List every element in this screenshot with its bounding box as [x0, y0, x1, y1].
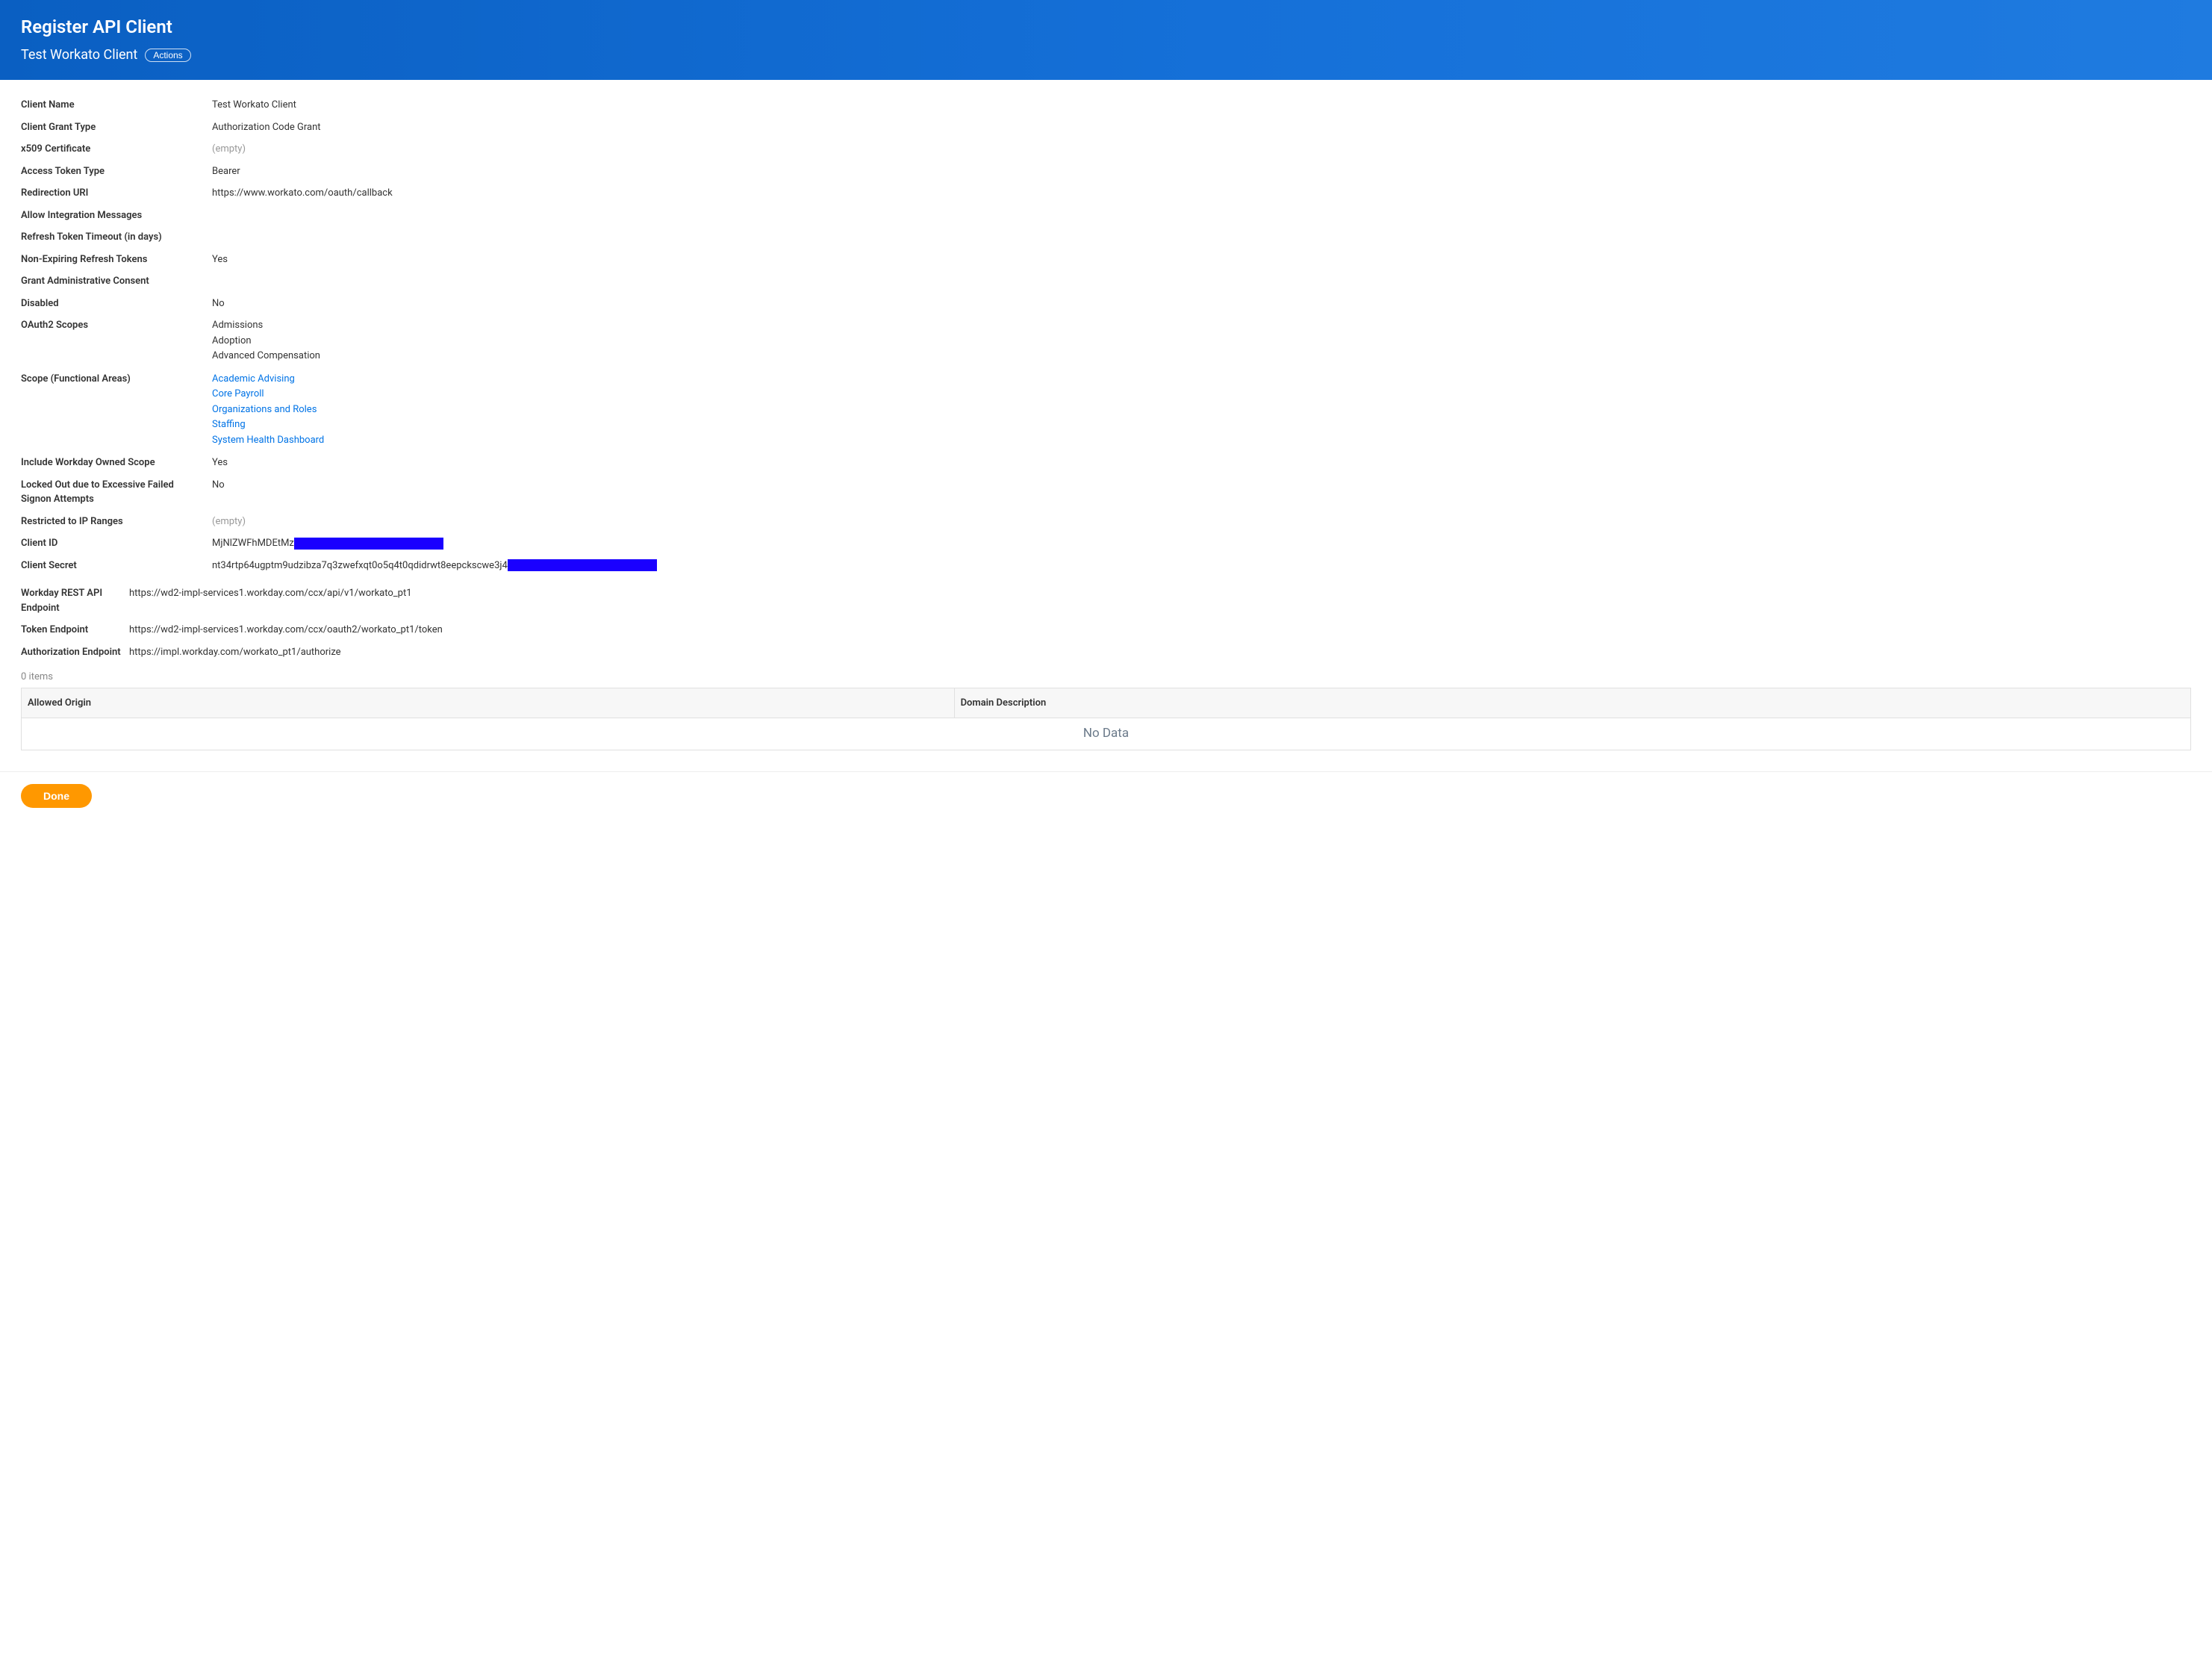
value-client-id: MjNlZWFhMDEtMz	[212, 536, 2191, 551]
scope-functional-link[interactable]: Academic Advising	[212, 372, 2191, 387]
client-id-redacted	[294, 538, 443, 550]
label-access-token-type: Access Token Type	[21, 164, 212, 179]
oauth2-scope-item: Adoption	[212, 334, 2191, 349]
label-rest-endpoint: Workday REST API Endpoint	[21, 586, 129, 615]
client-secret-partial: nt34rtp64ugptm9udzibza7q3zwefxqt0o5q4t0q…	[212, 559, 508, 573]
value-scope-functional: Academic Advising Core Payroll Organizat…	[212, 372, 2191, 449]
scope-functional-link[interactable]: Organizations and Roles	[212, 402, 2191, 417]
value-include-workday-owned: Yes	[212, 455, 2191, 470]
label-scope-functional: Scope (Functional Areas)	[21, 372, 212, 387]
value-client-name: Test Workato Client	[212, 98, 2191, 113]
label-grant-admin-consent: Grant Administrative Consent	[21, 274, 212, 289]
value-auth-endpoint: https://impl.workday.com/workato_pt1/aut…	[129, 645, 2191, 660]
scope-functional-link[interactable]: System Health Dashboard	[212, 433, 2191, 448]
label-client-name: Client Name	[21, 98, 212, 113]
actions-button[interactable]: Actions	[145, 49, 190, 62]
label-non-expiring-refresh: Non-Expiring Refresh Tokens	[21, 252, 212, 267]
label-allow-integration-messages: Allow Integration Messages	[21, 208, 212, 223]
value-locked-out: No	[212, 478, 2191, 493]
label-oauth2-scopes: OAuth2 Scopes	[21, 318, 212, 333]
value-rest-endpoint: https://wd2-impl-services1.workday.com/c…	[129, 586, 2191, 601]
label-token-endpoint: Token Endpoint	[21, 623, 129, 638]
page-title: Register API Client	[21, 13, 2191, 40]
label-disabled: Disabled	[21, 296, 212, 311]
label-client-id: Client ID	[21, 536, 212, 551]
oauth2-scope-item: Admissions	[212, 318, 2191, 333]
page-header: Register API Client Test Workato Client …	[0, 0, 2212, 80]
label-redirection-uri: Redirection URI	[21, 186, 212, 201]
oauth2-scope-item: Advanced Compensation	[212, 349, 2191, 364]
value-token-endpoint: https://wd2-impl-services1.workday.com/c…	[129, 623, 2191, 638]
items-count: 0 items	[21, 670, 2191, 685]
label-refresh-token-timeout: Refresh Token Timeout (in days)	[21, 230, 212, 245]
label-restricted-ip: Restricted to IP Ranges	[21, 514, 212, 529]
client-id-partial: MjNlZWFhMDEtMz	[212, 536, 294, 551]
col-allowed-origin: Allowed Origin	[22, 688, 955, 718]
label-locked-out: Locked Out due to Excessive Failed Signo…	[21, 478, 212, 507]
value-x509: (empty)	[212, 142, 2191, 157]
value-non-expiring-refresh: Yes	[212, 252, 2191, 267]
no-data-cell: No Data	[22, 718, 2191, 750]
scope-functional-link[interactable]: Staffing	[212, 417, 2191, 432]
done-button[interactable]: Done	[21, 784, 92, 808]
value-client-secret: nt34rtp64ugptm9udzibza7q3zwefxqt0o5q4t0q…	[212, 559, 2191, 573]
value-redirection-uri: https://www.workato.com/oauth/callback	[212, 186, 2191, 201]
value-access-token-type: Bearer	[212, 164, 2191, 179]
label-include-workday-owned: Include Workday Owned Scope	[21, 455, 212, 470]
allowed-origins-table: Allowed Origin Domain Description No Dat…	[21, 688, 2191, 750]
footer-bar: Done	[0, 771, 2212, 820]
label-client-grant-type: Client Grant Type	[21, 120, 212, 135]
scope-functional-link[interactable]: Core Payroll	[212, 387, 2191, 402]
value-client-grant-type: Authorization Code Grant	[212, 120, 2191, 135]
page-subtitle: Test Workato Client	[21, 45, 137, 65]
label-x509: x509 Certificate	[21, 142, 212, 157]
label-auth-endpoint: Authorization Endpoint	[21, 645, 129, 660]
label-client-secret: Client Secret	[21, 559, 212, 573]
value-restricted-ip: (empty)	[212, 514, 2191, 529]
value-oauth2-scopes: Admissions Adoption Advanced Compensatio…	[212, 318, 2191, 364]
client-secret-redacted	[508, 559, 657, 571]
value-disabled: No	[212, 296, 2191, 311]
col-domain-description: Domain Description	[954, 688, 2190, 718]
